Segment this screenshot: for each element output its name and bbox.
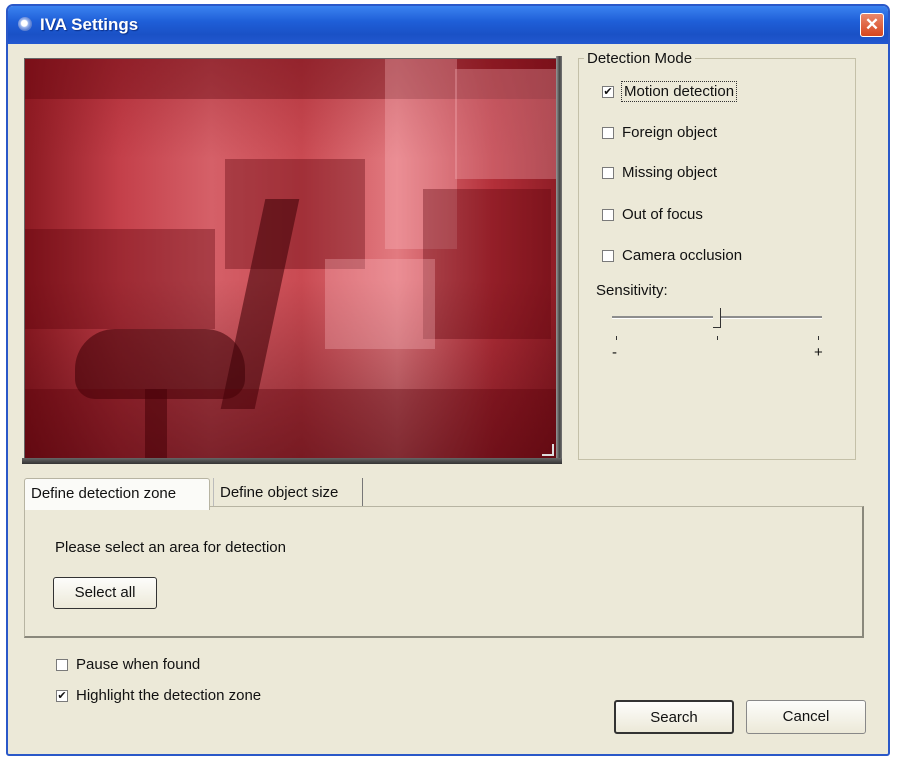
tab-panel-detection-zone: Please select an area for detection Sele… — [24, 506, 864, 638]
tab-define-detection-zone[interactable]: Define detection zone — [24, 478, 210, 510]
camera-occlusion-box[interactable] — [602, 249, 614, 262]
search-button[interactable]: Search — [614, 700, 734, 734]
pause-when-found-label: Pause when found — [76, 656, 201, 673]
foreign-object-box[interactable] — [602, 126, 614, 139]
sensitivity-label: Sensitivity: — [596, 282, 668, 299]
preview-resize-grip[interactable] — [542, 444, 554, 456]
pause-when-found-box[interactable] — [56, 658, 68, 671]
detection-mode-legend: Detection Mode — [587, 50, 693, 67]
close-icon: ✕ — [864, 15, 880, 34]
missing-object-label: Missing object — [622, 164, 718, 181]
tab-define-object-size[interactable]: Define object size — [213, 478, 363, 508]
app-icon — [18, 17, 32, 31]
preview-desk — [25, 229, 215, 329]
preview-boxes — [325, 259, 435, 349]
checkbox-pause-when-found[interactable]: Pause when found — [56, 656, 200, 673]
slider-min-label: - — [612, 344, 617, 361]
slider-tick-mid — [717, 336, 718, 340]
cancel-button[interactable]: Cancel — [746, 700, 866, 734]
close-button[interactable]: ✕ — [860, 13, 884, 37]
slider-tick-max — [818, 336, 819, 340]
motion-detection-label: Motion detection — [620, 81, 738, 102]
preview-window-light — [455, 69, 557, 179]
camera-occlusion-label: Camera occlusion — [622, 247, 743, 264]
sensitivity-slider-thumb[interactable] — [713, 308, 721, 328]
checkbox-missing-object[interactable]: Missing object — [602, 164, 717, 181]
preview-partition — [423, 189, 551, 339]
slider-tick-min — [616, 336, 617, 340]
missing-object-box[interactable] — [602, 166, 614, 179]
title-bar[interactable]: IVA Settings ✕ — [8, 6, 888, 44]
checkbox-foreign-object[interactable]: Foreign object — [602, 124, 717, 141]
slider-max-label: + — [814, 344, 823, 361]
detection-instruction: Please select an area for detection — [55, 539, 286, 556]
camera-preview[interactable] — [24, 58, 558, 460]
highlight-zone-label: Highlight the detection zone — [76, 687, 262, 704]
window-title: IVA Settings — [40, 15, 139, 34]
checkbox-camera-occlusion[interactable]: Camera occlusion — [602, 247, 742, 264]
checkbox-motion-detection[interactable]: ✔ Motion detection — [602, 81, 738, 102]
highlight-zone-box[interactable]: ✔ — [56, 689, 68, 702]
preview-floor — [25, 389, 557, 459]
motion-detection-box[interactable]: ✔ — [602, 85, 614, 98]
checkbox-out-of-focus[interactable]: Out of focus — [602, 206, 703, 223]
select-all-button[interactable]: Select all — [53, 577, 157, 609]
checkbox-highlight-zone[interactable]: ✔ Highlight the detection zone — [56, 687, 261, 704]
preview-scrollbar[interactable] — [556, 56, 562, 464]
foreign-object-label: Foreign object — [622, 124, 718, 141]
preview-bottom-edge — [22, 458, 562, 464]
out-of-focus-label: Out of focus — [622, 206, 703, 223]
out-of-focus-box[interactable] — [602, 208, 614, 221]
